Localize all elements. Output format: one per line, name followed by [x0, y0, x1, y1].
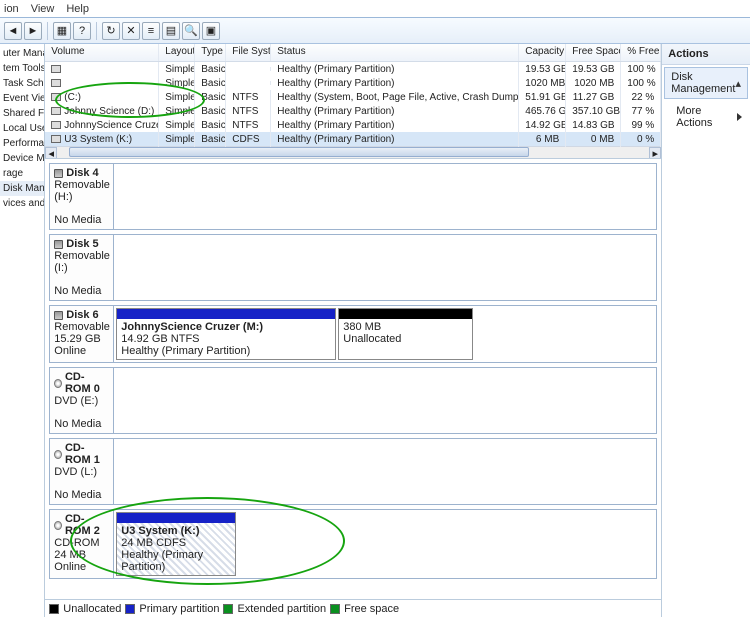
- legend: Unallocated Primary partition Extended p…: [45, 599, 661, 617]
- scroll-thumb[interactable]: [69, 147, 529, 157]
- partition-unallocated[interactable]: 380 MB Unallocated: [338, 308, 473, 360]
- volume-row[interactable]: JohnnyScience Cruzer (M:)SimpleBasicNTFS…: [45, 118, 661, 132]
- tree-item[interactable]: Task Scheduler: [0, 76, 44, 91]
- tree-item[interactable]: Performance: [0, 136, 44, 151]
- legend-label: Primary partition: [139, 603, 219, 615]
- horizontal-scrollbar[interactable]: ◂ ▸: [45, 146, 661, 158]
- scroll-left-icon[interactable]: ◂: [45, 147, 57, 159]
- back-icon[interactable]: ◄: [4, 22, 22, 40]
- more-actions[interactable]: More Actions: [662, 101, 750, 133]
- legend-label: Extended partition: [237, 603, 326, 615]
- actions-header: Actions: [662, 44, 750, 65]
- legend-label: Unallocated: [63, 603, 121, 615]
- col-capacity[interactable]: Capacity: [519, 44, 566, 61]
- col-pctfree[interactable]: % Free: [621, 44, 661, 61]
- toolbar: ◄ ► ▦ ? ↻ ✕ ≡ ▤ 🔍 ▣: [0, 18, 750, 44]
- actions-pane: Actions Disk Management ▴ More Actions: [662, 44, 750, 617]
- disk-4[interactable]: Disk 4 Removable (H:) No Media: [49, 163, 657, 230]
- cdrom-0[interactable]: CD-ROM 0 DVD (E:) No Media: [49, 367, 657, 434]
- disk-icon: [54, 169, 63, 178]
- menu-help[interactable]: Help: [66, 3, 89, 15]
- scroll-right-icon[interactable]: ▸: [649, 147, 661, 159]
- menu-view[interactable]: View: [31, 3, 55, 15]
- partition-johnnyscience[interactable]: JohnnyScience Cruzer (M:) 14.92 GB NTFS …: [116, 308, 336, 360]
- cd-icon: [54, 521, 62, 530]
- col-filesystem[interactable]: File System: [226, 44, 271, 61]
- help-icon[interactable]: ?: [73, 22, 91, 40]
- disk-label: Disk 6 Removable 15.29 GB Online: [50, 306, 114, 362]
- col-layout[interactable]: Layout: [159, 44, 195, 61]
- tree-item-disk-management[interactable]: Disk Management: [0, 181, 44, 196]
- volume-list: Volume Layout Type File System Status Ca…: [45, 44, 661, 159]
- legend-unallocated-icon: [49, 604, 59, 614]
- legend-label: Free space: [344, 603, 399, 615]
- properties-icon[interactable]: ▦: [53, 22, 71, 40]
- action-icon[interactable]: ▣: [202, 22, 220, 40]
- partition-u3system[interactable]: U3 System (K:) 24 MB CDFS Healthy (Prima…: [116, 512, 236, 576]
- center-pane: Volume Layout Type File System Status Ca…: [45, 44, 662, 617]
- close-icon[interactable]: ✕: [122, 22, 140, 40]
- tree-item[interactable]: Local Users and Groups: [0, 121, 44, 136]
- menu-bar: ion View Help: [0, 0, 750, 18]
- forward-icon[interactable]: ►: [24, 22, 42, 40]
- volume-header: Volume Layout Type File System Status Ca…: [45, 44, 661, 62]
- disk-map: Disk 4 Removable (H:) No Media Disk 5 Re…: [45, 159, 661, 599]
- disk-label: Disk 4 Removable (H:) No Media: [50, 164, 114, 229]
- cdrom-2[interactable]: CD-ROM 2 CD-ROM 24 MB Online U3 System (…: [49, 509, 657, 579]
- legend-extended-icon: [223, 604, 233, 614]
- volume-row[interactable]: SimpleBasicHealthy (Primary Partition)10…: [45, 76, 661, 90]
- cd-icon: [54, 379, 62, 388]
- col-status[interactable]: Status: [271, 44, 519, 61]
- menu-ion[interactable]: ion: [4, 3, 19, 15]
- list-icon[interactable]: ≡: [142, 22, 160, 40]
- volume-row[interactable]: U3 System (K:)SimpleBasicCDFSHealthy (Pr…: [45, 132, 661, 146]
- disk-icon: [54, 311, 63, 320]
- col-volume[interactable]: Volume: [45, 44, 159, 61]
- volume-row[interactable]: Johnny Science (D:)SimpleBasicNTFSHealth…: [45, 104, 661, 118]
- volume-row[interactable]: SimpleBasicHealthy (Primary Partition)19…: [45, 62, 661, 76]
- nav-tree: uter Management (Local tem Tools Task Sc…: [0, 44, 45, 617]
- refresh-icon[interactable]: ↻: [102, 22, 120, 40]
- actions-section[interactable]: Disk Management ▴: [664, 67, 748, 99]
- col-type[interactable]: Type: [195, 44, 226, 61]
- disk-6[interactable]: Disk 6 Removable 15.29 GB Online JohnnyS…: [49, 305, 657, 363]
- legend-primary-icon: [125, 604, 135, 614]
- col-freespace[interactable]: Free Space: [566, 44, 621, 61]
- tree-item[interactable]: uter Management (Local: [0, 46, 44, 61]
- tree-item[interactable]: Device Manager: [0, 151, 44, 166]
- tree-item[interactable]: Event Viewer: [0, 91, 44, 106]
- settings-icon[interactable]: ▤: [162, 22, 180, 40]
- tree-item[interactable]: Shared Folders: [0, 106, 44, 121]
- tree-item[interactable]: tem Tools: [0, 61, 44, 76]
- cdrom-1[interactable]: CD-ROM 1 DVD (L:) No Media: [49, 438, 657, 505]
- disk-icon: [54, 240, 63, 249]
- chevron-right-icon: [737, 113, 742, 121]
- volume-row[interactable]: (C:)SimpleBasicNTFSHealthy (System, Boot…: [45, 90, 661, 104]
- tree-item[interactable]: vices and Applications: [0, 196, 44, 211]
- tree-item[interactable]: rage: [0, 166, 44, 181]
- disk-label: CD-ROM 1 DVD (L:) No Media: [50, 439, 114, 504]
- search-icon[interactable]: 🔍: [182, 22, 200, 40]
- disk-label: CD-ROM 2 CD-ROM 24 MB Online: [50, 510, 114, 578]
- legend-free-icon: [330, 604, 340, 614]
- disk-label: Disk 5 Removable (I:) No Media: [50, 235, 114, 300]
- disk-label: CD-ROM 0 DVD (E:) No Media: [50, 368, 114, 433]
- disk-5[interactable]: Disk 5 Removable (I:) No Media: [49, 234, 657, 301]
- cd-icon: [54, 450, 62, 459]
